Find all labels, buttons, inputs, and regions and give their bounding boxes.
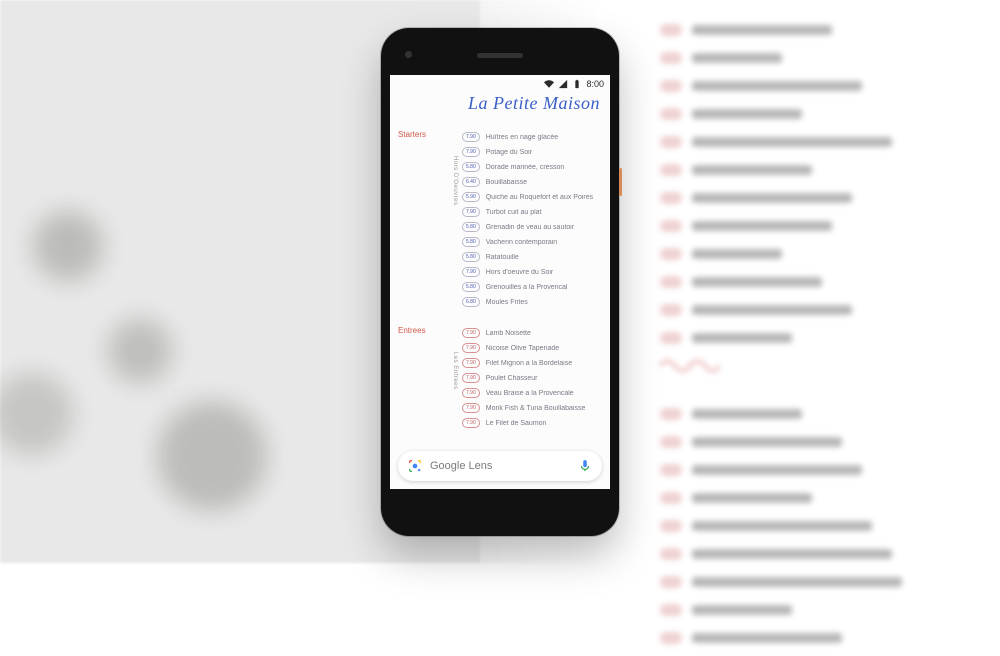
menu-section-entrees: Entrees Les Entrees 7.90Lamb Noisette7.9… [398,326,602,431]
section-items: 7.90 Lamb Noisette 7.90 Nicoise Olive Tapen… [462,326,602,431]
google-lens-logo-icon [408,459,422,473]
background-blurred-list [660,20,980,656]
menu-item: 7.90 Monk Fish & Tuna Bouillabaisse [462,401,602,416]
menu-item-price: 7.90 [462,267,480,277]
menu-item-name: Monk Fish & Tuna Bouillabaisse [486,405,586,412]
status-time: 8:00 [586,79,604,89]
menu-item: 5.80 Grenouilles a la Provencal [462,280,602,295]
google-lens-label: Google Lens [430,460,570,472]
menu-item-name: Ratatouille [486,254,519,261]
menu-item: 7.90 Filet Mignon a la Bordelaise [462,356,602,371]
menu-item: 7.90 Turbot cuit au plat [462,205,602,220]
phone-bezel-top [390,37,610,75]
menu-item-name: Filet Mignon a la Bordelaise [486,360,572,367]
menu-item-name: Bouillabaisse [486,179,527,186]
menu-item-price: 5.80 [462,252,480,262]
camera-viewfinder-content: La Petite Maison Starters Hors D'Oeuvres… [390,93,610,447]
menu-section-starters: Starters Hors D'Oeuvres 7.90 Huîtres en n… [398,130,602,310]
menu-item-name: Poulet Chasseur [486,375,538,382]
menu-item: 6.80 Moules Frites [462,295,602,310]
menu-item-name: Veau Braise a la Provencale [486,390,574,397]
menu-item: 6.40 Bouillabaisse [462,175,602,190]
menu-item: 7.90 Lamb Noisette [462,326,602,341]
background-plant [0,120,320,540]
menu-item-price: 6.40 [462,177,480,187]
menu-item-price: 7.90 [462,373,480,383]
menu-item-price: 7.90 [462,388,480,398]
menu-item-name: Grenadin de veau au sautoir [486,224,574,231]
menu-item: 5.90 Quiche au Roquefort et aux Poires [462,190,602,205]
menu-item-price: 5.80 [462,162,480,172]
menu-item: 7.90 Le Filet de Saumon [462,416,602,431]
menu-item: 7.90 Potage du Soir [462,145,602,160]
phone-frame: 8:00 La Petite Maison Starters Hors D'Oe… [381,28,619,536]
phone-bezel-bottom [390,489,610,527]
menu-item-price: 7.90 [462,418,480,428]
cellular-icon [558,79,568,89]
menu-item: 7.90 Poulet Chasseur [462,371,602,386]
menu-item-price: 6.80 [462,297,480,307]
menu-item-name: Nicoise Olive Tapenade [486,345,559,352]
section-side-label: Hors D'Oeuvres [446,130,458,310]
section-side-label: Les Entrees [446,326,458,431]
menu-item-name: Turbot cuit au plat [486,209,542,216]
menu-item-name: Hors d'oeuvre du Soir [486,269,553,276]
menu-item-name: Vacherin contemporain [486,239,557,246]
menu-item-price: 7.90 [462,328,480,338]
section-items: 7.90 Huîtres en nage glacée 7.90 Potage du … [462,130,602,310]
menu-item-price: 7.90 [462,403,480,413]
battery-icon [572,79,582,89]
menu-item-price: 7.90 [462,358,480,368]
phone-screen: 8:00 La Petite Maison Starters Hors D'Oe… [390,75,610,489]
menu-item-name: Lamb Noisette [486,330,531,337]
menu-item-price: 5.80 [462,237,480,247]
menu-item: 5.80 Grenadin de veau au sautoir [462,220,602,235]
front-camera [405,51,412,58]
menu-item-name: Le Filet de Saumon [486,420,547,427]
menu-item: 7.90 Hors d'oeuvre du Soir [462,265,602,280]
menu-item: 7.90 Nicoise Olive Tapenade [462,341,602,356]
android-status-bar: 8:00 [390,75,610,93]
menu-item: 5.80 Ratatouille [462,250,602,265]
menu-item: 7.90 Huîtres en nage glacée [462,130,602,145]
speaker-grille [477,53,523,58]
menu-item-name: Dorade marinée, cresson [486,164,565,171]
menu-item: 5.80 Dorade marinée, cresson [462,160,602,175]
section-heading: Entrees [398,326,442,431]
menu-item-name: Grenouilles a la Provencal [486,284,568,291]
google-lens-bar[interactable]: Google Lens [398,451,602,481]
microphone-icon[interactable] [578,459,592,473]
wifi-icon [544,79,554,89]
menu-item-price: 5.80 [462,282,480,292]
section-heading: Starters [398,130,442,310]
menu-item: 5.80 Vacherin contemporain [462,235,602,250]
menu-item-price: 5.90 [462,192,480,202]
restaurant-title: La Petite Maison [398,93,602,114]
menu-item: 7.90 Veau Braise a la Provencale [462,386,602,401]
menu-item-name: Moules Frites [486,299,528,306]
menu-item-price: 5.80 [462,222,480,232]
menu-item-name: Quiche au Roquefort et aux Poires [486,194,593,201]
menu-item-price: 7.90 [462,207,480,217]
menu-item-price: 7.90 [462,147,480,157]
menu-item-price: 7.90 [462,343,480,353]
menu-item-price: 7.90 [462,132,480,142]
menu-item-name: Huîtres en nage glacée [486,134,558,141]
menu-item-name: Potage du Soir [486,149,532,156]
